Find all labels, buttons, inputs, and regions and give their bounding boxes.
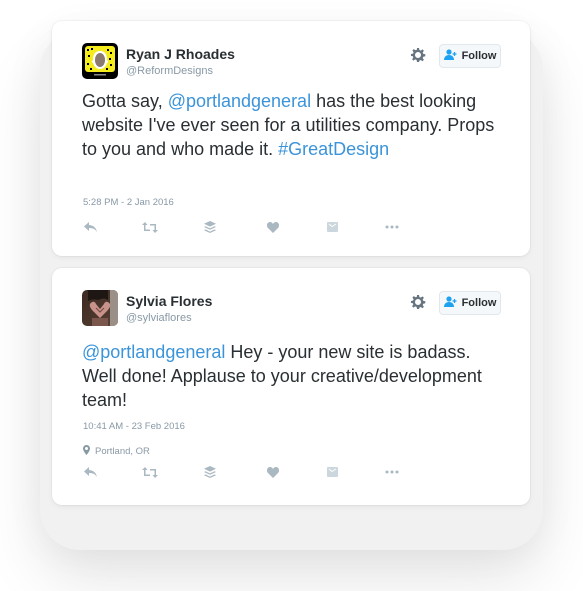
hashtag-link[interactable]: #GreatDesign	[278, 139, 389, 159]
mention-link[interactable]: @portlandgeneral	[82, 342, 225, 362]
author-name[interactable]: Ryan J Rhoades	[126, 46, 235, 62]
timestamp[interactable]: 10:41 AM - 23 Feb 2016	[83, 421, 185, 432]
more-icon[interactable]	[384, 465, 400, 479]
retweet-icon[interactable]	[142, 220, 158, 234]
tweet-text: @portlandgeneral Hey - your new site is …	[82, 340, 502, 412]
author-handle[interactable]: @ReformDesigns	[126, 65, 213, 77]
gear-icon[interactable]	[410, 294, 426, 310]
mention-link[interactable]: @portlandgeneral	[168, 91, 311, 111]
tweet-text-segment: Gotta say,	[82, 91, 168, 111]
like-icon[interactable]	[265, 220, 281, 234]
tweet-actions	[82, 465, 402, 479]
tweet-text: Gotta say, @portlandgeneral has the best…	[82, 89, 502, 161]
media-icon[interactable]	[324, 220, 340, 234]
retweet-icon[interactable]	[142, 465, 158, 479]
gear-icon[interactable]	[410, 47, 426, 63]
reply-icon[interactable]	[82, 465, 98, 479]
buffer-icon[interactable]	[202, 465, 218, 479]
follow-label: Follow	[461, 50, 497, 62]
tweet-card: Sylvia Flores @sylviaflores Follow @port…	[52, 268, 530, 505]
author-name[interactable]: Sylvia Flores	[126, 293, 212, 309]
location[interactable]: Portland, OR	[83, 445, 150, 458]
more-icon[interactable]	[384, 220, 400, 234]
reply-icon[interactable]	[82, 220, 98, 234]
location-label: Portland, OR	[95, 446, 150, 457]
tweet-actions	[82, 220, 402, 234]
tweet-card: Ryan J Rhoades @ReformDesigns Follow Got…	[52, 21, 530, 256]
media-icon[interactable]	[324, 465, 340, 479]
like-icon[interactable]	[265, 465, 281, 479]
avatar[interactable]	[82, 290, 118, 326]
follow-button[interactable]: Follow	[439, 291, 501, 315]
avatar[interactable]	[82, 43, 118, 79]
follow-user-icon	[443, 296, 458, 310]
author-handle[interactable]: @sylviaflores	[126, 312, 192, 324]
timestamp[interactable]: 5:28 PM - 2 Jan 2016	[83, 197, 174, 208]
follow-label: Follow	[461, 297, 497, 309]
buffer-icon[interactable]	[202, 220, 218, 234]
location-pin-icon	[83, 445, 90, 458]
follow-button[interactable]: Follow	[439, 44, 501, 68]
follow-user-icon	[443, 49, 458, 63]
